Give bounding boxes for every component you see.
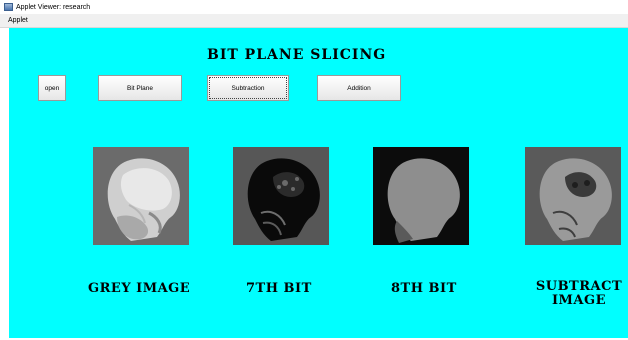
bit7-xray-image [233,147,329,245]
window-title: Applet Viewer: research [16,3,91,11]
bit-plane-button[interactable]: Bit Plane [98,75,182,101]
grey-image-label: GREY IMAGE [88,281,191,296]
bit8-xray-image [373,147,469,245]
menu-applet[interactable]: Applet [8,17,28,24]
title-bar: Applet Viewer: research [0,0,628,14]
subtract-image-label: SUBTRACT IMAGE [534,280,624,308]
bit7-label: 7TH BIT [246,281,312,296]
subtract-xray-image [525,147,621,245]
grey-xray-image [93,147,189,245]
applet-window-icon [4,3,13,11]
subtract-label-line2: IMAGE [551,293,607,308]
subtract-label-line1: SUBTRACT [535,279,623,294]
menu-bar: Applet [0,14,628,28]
open-button[interactable]: open [38,75,66,101]
subtraction-button[interactable]: Subtraction [207,75,289,101]
addition-button[interactable]: Addition [317,75,401,101]
page-title: BIT PLANE SLICING [207,47,387,63]
bit8-label: 8TH BIT [391,281,457,296]
